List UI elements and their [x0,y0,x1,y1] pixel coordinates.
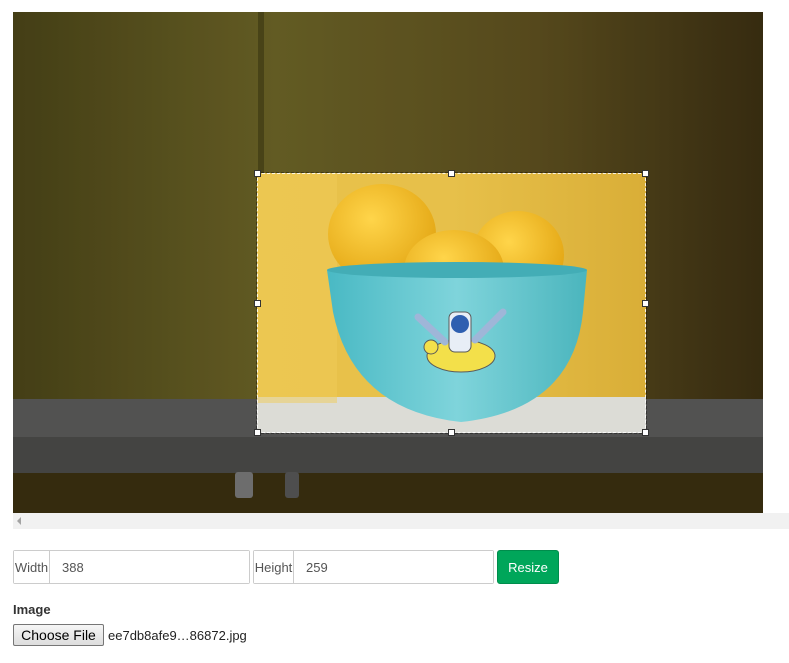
crop-handle-top-left[interactable] [254,170,261,177]
height-input-group: Height [253,550,494,584]
crop-handle-right[interactable] [642,300,649,307]
resize-button[interactable]: Resize [497,550,559,584]
scroll-left-arrow-icon[interactable] [17,517,21,525]
crop-handle-bottom[interactable] [448,429,455,436]
selected-file-name: ee7db8afe9…86872.jpg [108,628,247,643]
width-input[interactable] [50,551,249,583]
width-input-group: Width [13,550,250,584]
height-input[interactable] [294,551,493,583]
crop-handle-top[interactable] [448,170,455,177]
choose-file-button[interactable]: Choose File [13,624,104,646]
horizontal-scrollbar[interactable] [13,513,789,529]
crop-handle-bottom-right[interactable] [642,429,649,436]
crop-handle-bottom-left[interactable] [254,429,261,436]
image-field-label: Image [13,602,51,617]
crop-handle-top-right[interactable] [642,170,649,177]
image-preview [13,12,763,513]
crop-selection[interactable] [254,170,649,436]
height-label: Height [254,551,294,583]
width-label: Width [14,551,50,583]
crop-handle-left[interactable] [254,300,261,307]
